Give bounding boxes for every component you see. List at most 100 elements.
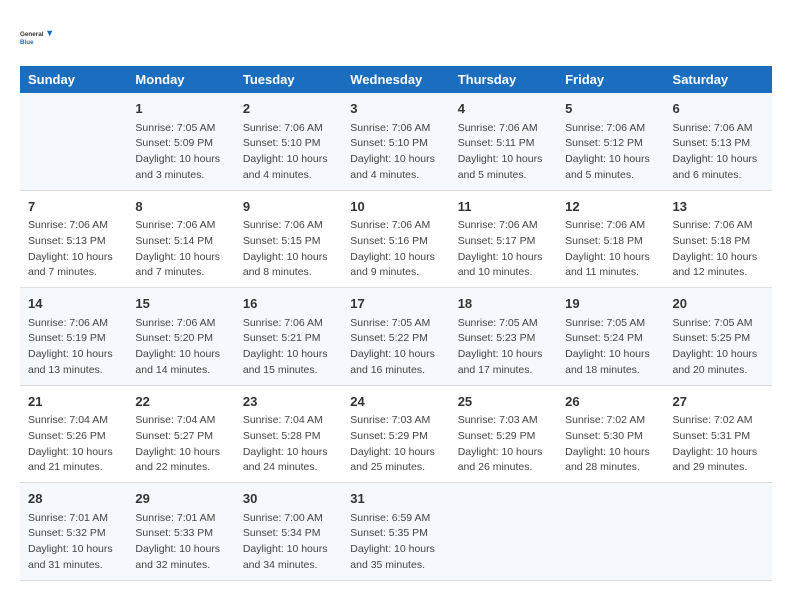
day-number: 6 (673, 99, 764, 119)
calendar-cell: 1Sunrise: 7:05 AMSunset: 5:09 PMDaylight… (127, 93, 234, 190)
header-saturday: Saturday (665, 66, 772, 93)
calendar-cell: 10Sunrise: 7:06 AMSunset: 5:16 PMDayligh… (342, 190, 449, 288)
day-info: Sunrise: 7:06 AMSunset: 5:18 PMDaylight:… (673, 218, 764, 281)
day-number: 16 (243, 294, 334, 314)
day-info: Sunrise: 7:03 AMSunset: 5:29 PMDaylight:… (350, 413, 441, 476)
day-number: 11 (458, 197, 549, 217)
day-number: 4 (458, 99, 549, 119)
header-tuesday: Tuesday (235, 66, 342, 93)
day-number: 14 (28, 294, 119, 314)
week-row-5: 28Sunrise: 7:01 AMSunset: 5:32 PMDayligh… (20, 483, 772, 581)
day-info: Sunrise: 7:06 AMSunset: 5:11 PMDaylight:… (458, 121, 549, 184)
calendar-cell: 14Sunrise: 7:06 AMSunset: 5:19 PMDayligh… (20, 288, 127, 386)
week-row-4: 21Sunrise: 7:04 AMSunset: 5:26 PMDayligh… (20, 385, 772, 483)
header-friday: Friday (557, 66, 664, 93)
day-info: Sunrise: 7:06 AMSunset: 5:13 PMDaylight:… (673, 121, 764, 184)
calendar-cell: 24Sunrise: 7:03 AMSunset: 5:29 PMDayligh… (342, 385, 449, 483)
week-row-1: 1Sunrise: 7:05 AMSunset: 5:09 PMDaylight… (20, 93, 772, 190)
day-number: 12 (565, 197, 656, 217)
calendar-cell: 3Sunrise: 7:06 AMSunset: 5:10 PMDaylight… (342, 93, 449, 190)
logo: GeneralBlue (20, 20, 56, 56)
day-number: 13 (673, 197, 764, 217)
calendar-cell (665, 483, 772, 581)
calendar-cell: 12Sunrise: 7:06 AMSunset: 5:18 PMDayligh… (557, 190, 664, 288)
day-number: 1 (135, 99, 226, 119)
day-number: 3 (350, 99, 441, 119)
day-number: 23 (243, 392, 334, 412)
day-number: 30 (243, 489, 334, 509)
day-info: Sunrise: 7:06 AMSunset: 5:10 PMDaylight:… (243, 121, 334, 184)
header-monday: Monday (127, 66, 234, 93)
day-info: Sunrise: 7:06 AMSunset: 5:19 PMDaylight:… (28, 316, 119, 379)
day-info: Sunrise: 7:01 AMSunset: 5:32 PMDaylight:… (28, 511, 119, 574)
calendar-cell: 4Sunrise: 7:06 AMSunset: 5:11 PMDaylight… (450, 93, 557, 190)
calendar-cell: 8Sunrise: 7:06 AMSunset: 5:14 PMDaylight… (127, 190, 234, 288)
day-number: 8 (135, 197, 226, 217)
day-info: Sunrise: 7:01 AMSunset: 5:33 PMDaylight:… (135, 511, 226, 574)
calendar-cell: 9Sunrise: 7:06 AMSunset: 5:15 PMDaylight… (235, 190, 342, 288)
calendar-cell: 11Sunrise: 7:06 AMSunset: 5:17 PMDayligh… (450, 190, 557, 288)
calendar-cell: 17Sunrise: 7:05 AMSunset: 5:22 PMDayligh… (342, 288, 449, 386)
day-info: Sunrise: 7:06 AMSunset: 5:13 PMDaylight:… (28, 218, 119, 281)
calendar-cell: 28Sunrise: 7:01 AMSunset: 5:32 PMDayligh… (20, 483, 127, 581)
week-row-3: 14Sunrise: 7:06 AMSunset: 5:19 PMDayligh… (20, 288, 772, 386)
calendar-cell: 13Sunrise: 7:06 AMSunset: 5:18 PMDayligh… (665, 190, 772, 288)
day-info: Sunrise: 7:06 AMSunset: 5:16 PMDaylight:… (350, 218, 441, 281)
calendar-cell (557, 483, 664, 581)
day-number: 15 (135, 294, 226, 314)
day-number: 10 (350, 197, 441, 217)
calendar-cell: 31Sunrise: 6:59 AMSunset: 5:35 PMDayligh… (342, 483, 449, 581)
logo-icon: GeneralBlue (20, 20, 56, 56)
svg-text:General: General (20, 31, 44, 38)
day-info: Sunrise: 7:02 AMSunset: 5:31 PMDaylight:… (673, 413, 764, 476)
day-number: 25 (458, 392, 549, 412)
calendar-cell: 26Sunrise: 7:02 AMSunset: 5:30 PMDayligh… (557, 385, 664, 483)
page-header: GeneralBlue (20, 20, 772, 56)
week-row-2: 7Sunrise: 7:06 AMSunset: 5:13 PMDaylight… (20, 190, 772, 288)
day-number: 7 (28, 197, 119, 217)
day-info: Sunrise: 7:06 AMSunset: 5:14 PMDaylight:… (135, 218, 226, 281)
calendar-cell: 6Sunrise: 7:06 AMSunset: 5:13 PMDaylight… (665, 93, 772, 190)
header-thursday: Thursday (450, 66, 557, 93)
day-number: 29 (135, 489, 226, 509)
calendar-table: SundayMondayTuesdayWednesdayThursdayFrid… (20, 66, 772, 581)
day-number: 31 (350, 489, 441, 509)
day-info: Sunrise: 7:04 AMSunset: 5:28 PMDaylight:… (243, 413, 334, 476)
calendar-cell: 7Sunrise: 7:06 AMSunset: 5:13 PMDaylight… (20, 190, 127, 288)
calendar-cell: 20Sunrise: 7:05 AMSunset: 5:25 PMDayligh… (665, 288, 772, 386)
day-number: 26 (565, 392, 656, 412)
calendar-cell: 5Sunrise: 7:06 AMSunset: 5:12 PMDaylight… (557, 93, 664, 190)
calendar-cell (450, 483, 557, 581)
calendar-cell: 15Sunrise: 7:06 AMSunset: 5:20 PMDayligh… (127, 288, 234, 386)
day-number: 19 (565, 294, 656, 314)
day-info: Sunrise: 7:06 AMSunset: 5:12 PMDaylight:… (565, 121, 656, 184)
day-number: 17 (350, 294, 441, 314)
day-info: Sunrise: 7:06 AMSunset: 5:17 PMDaylight:… (458, 218, 549, 281)
calendar-cell: 27Sunrise: 7:02 AMSunset: 5:31 PMDayligh… (665, 385, 772, 483)
header-row: SundayMondayTuesdayWednesdayThursdayFrid… (20, 66, 772, 93)
day-number: 2 (243, 99, 334, 119)
day-info: Sunrise: 7:06 AMSunset: 5:21 PMDaylight:… (243, 316, 334, 379)
calendar-cell: 30Sunrise: 7:00 AMSunset: 5:34 PMDayligh… (235, 483, 342, 581)
day-info: Sunrise: 6:59 AMSunset: 5:35 PMDaylight:… (350, 511, 441, 574)
day-number: 20 (673, 294, 764, 314)
day-info: Sunrise: 7:05 AMSunset: 5:24 PMDaylight:… (565, 316, 656, 379)
day-info: Sunrise: 7:05 AMSunset: 5:23 PMDaylight:… (458, 316, 549, 379)
day-info: Sunrise: 7:05 AMSunset: 5:25 PMDaylight:… (673, 316, 764, 379)
day-number: 28 (28, 489, 119, 509)
calendar-cell: 19Sunrise: 7:05 AMSunset: 5:24 PMDayligh… (557, 288, 664, 386)
day-number: 18 (458, 294, 549, 314)
calendar-cell: 2Sunrise: 7:06 AMSunset: 5:10 PMDaylight… (235, 93, 342, 190)
day-number: 24 (350, 392, 441, 412)
day-number: 27 (673, 392, 764, 412)
day-info: Sunrise: 7:06 AMSunset: 5:18 PMDaylight:… (565, 218, 656, 281)
day-info: Sunrise: 7:04 AMSunset: 5:26 PMDaylight:… (28, 413, 119, 476)
day-number: 5 (565, 99, 656, 119)
svg-text:Blue: Blue (20, 39, 34, 46)
header-sunday: Sunday (20, 66, 127, 93)
day-number: 22 (135, 392, 226, 412)
calendar-cell: 21Sunrise: 7:04 AMSunset: 5:26 PMDayligh… (20, 385, 127, 483)
day-info: Sunrise: 7:03 AMSunset: 5:29 PMDaylight:… (458, 413, 549, 476)
day-number: 9 (243, 197, 334, 217)
day-number: 21 (28, 392, 119, 412)
